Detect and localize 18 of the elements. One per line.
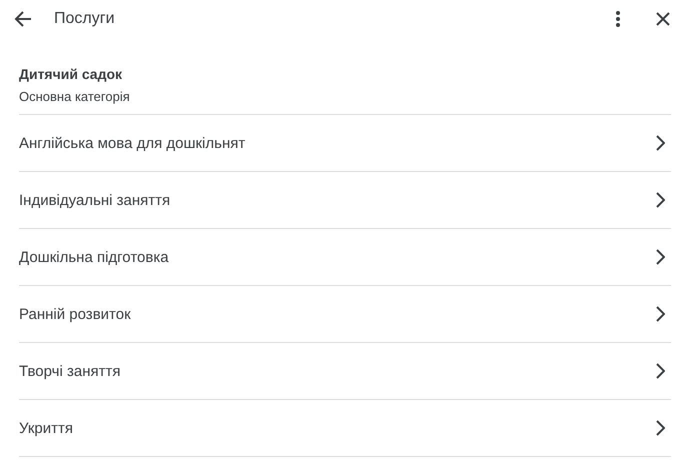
chevron-right-icon: [655, 135, 665, 151]
page-title: Послуги: [54, 10, 115, 28]
service-item[interactable]: Дошкільна підготовка: [19, 229, 671, 286]
category-title: Дитячий садок: [19, 66, 124, 82]
more-options-icon: [615, 10, 621, 28]
chevron-right-icon: [655, 192, 665, 208]
chevron-right-icon: [655, 363, 665, 379]
chevron-right-icon: [655, 249, 665, 265]
chevron-right-icon: [655, 420, 665, 436]
chevron-right-icon: [655, 306, 665, 322]
close-icon: [655, 11, 671, 27]
service-item[interactable]: Творчі заняття: [19, 343, 671, 400]
service-item[interactable]: Укриття: [19, 400, 671, 457]
category-subtitle: Основна категорія: [19, 89, 131, 104]
service-item[interactable]: Англійська мова для дошкільнят: [19, 115, 671, 172]
service-item[interactable]: Ранній розвиток: [19, 286, 671, 343]
service-item[interactable]: Індивідуальні заняття: [19, 172, 671, 229]
back-arrow-icon: [14, 10, 32, 28]
